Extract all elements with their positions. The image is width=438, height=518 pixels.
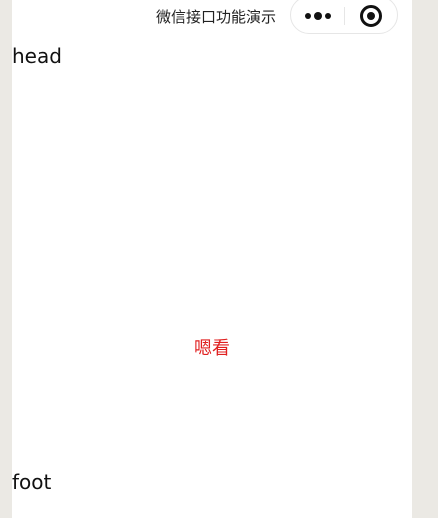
page-title: 微信接口功能演示: [155, 8, 276, 26]
center-message: 嗯看: [194, 338, 230, 359]
more-dot: [305, 13, 311, 19]
more-dot: [314, 12, 322, 20]
capsule-divider: [344, 7, 345, 25]
close-dot: [367, 12, 375, 20]
menu-capsule: [290, 0, 398, 34]
more-dots-icon[interactable]: [303, 8, 333, 24]
mini-program-page: 微信接口功能演示 head 嗯看 foot: [12, 0, 412, 518]
more-dot: [325, 13, 331, 19]
navigation-bar: 微信接口功能演示: [12, 0, 412, 34]
head-text: head: [12, 44, 62, 68]
target-close-icon[interactable]: [360, 5, 382, 27]
foot-text: foot: [12, 470, 52, 494]
